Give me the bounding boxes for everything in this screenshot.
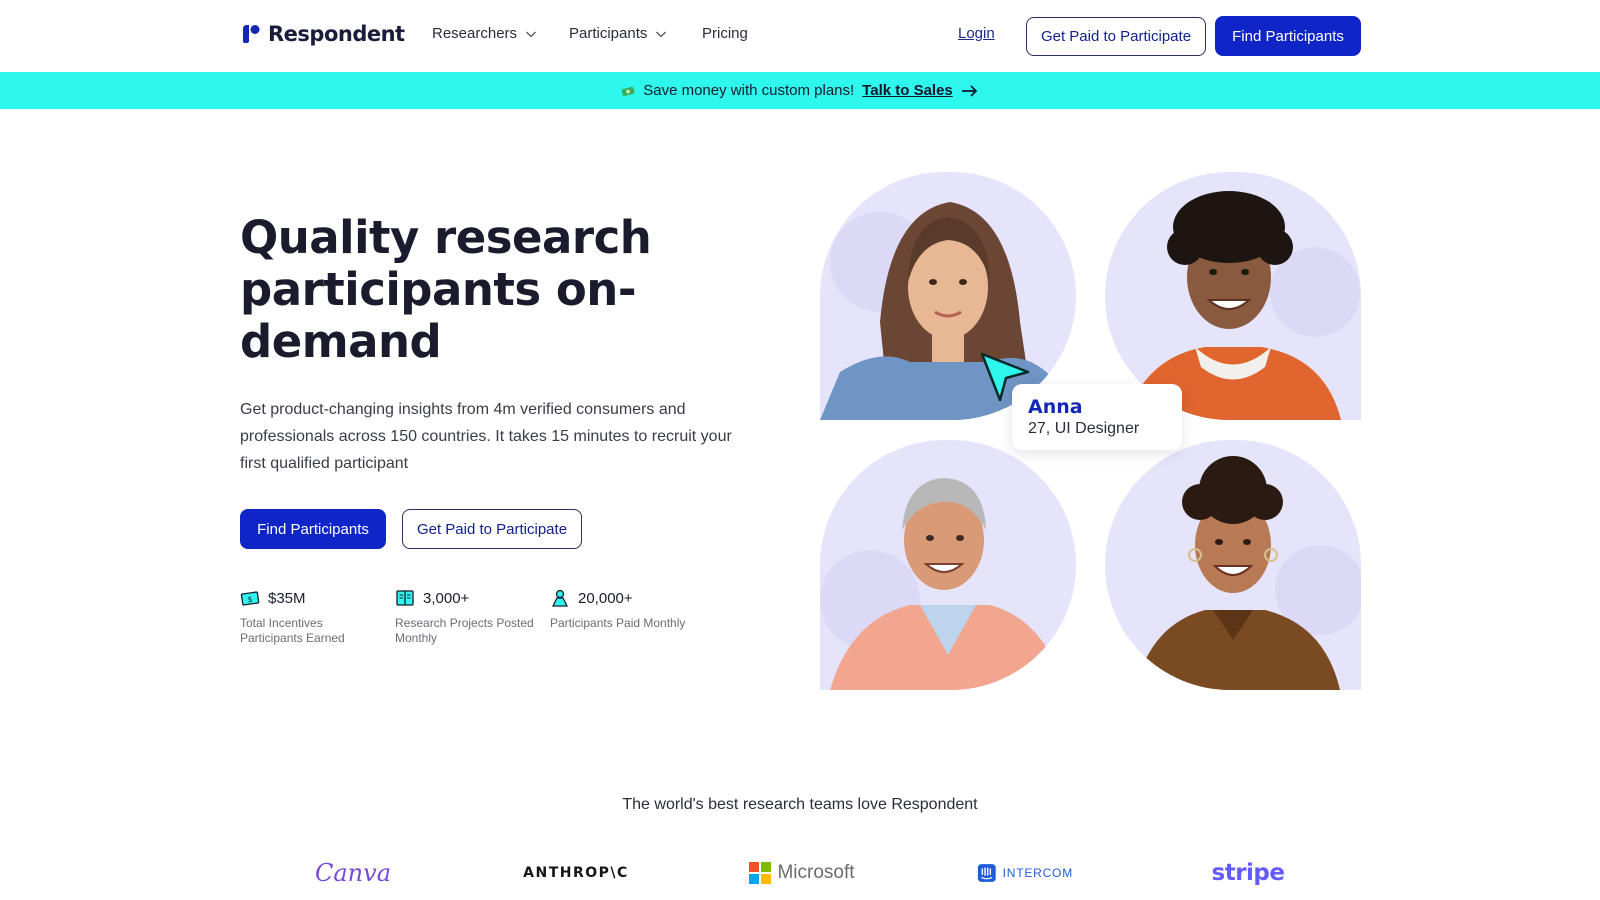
find-participants-button[interactable]: Find Participants xyxy=(1215,16,1361,56)
stat-label: Research Projects Posted Monthly xyxy=(395,616,534,645)
nav-pricing-link[interactable]: Pricing xyxy=(702,25,748,42)
intercom-logo-text: INTERCOM xyxy=(1002,866,1073,880)
hero-title: Quality research participants on-demand xyxy=(240,211,652,368)
nav-researchers-menu[interactable]: Researchers xyxy=(432,25,537,42)
person-icon xyxy=(551,589,569,607)
participant-photo-young-man xyxy=(1105,172,1361,420)
stat-label: Participants Paid Monthly xyxy=(550,616,686,630)
respondent-logo[interactable]: Respondent xyxy=(240,22,405,46)
microsoft-logo-text: Microsoft xyxy=(777,862,855,883)
svg-text:$: $ xyxy=(247,595,252,604)
hero-get-paid-button[interactable]: Get Paid to Participate xyxy=(402,509,582,549)
stat-value: $35M xyxy=(268,589,306,607)
participant-name: Anna xyxy=(1028,396,1083,418)
nav-researchers-label: Researchers xyxy=(432,25,518,42)
stripe-logo: stripe xyxy=(1211,860,1285,886)
nav-pricing-label: Pricing xyxy=(702,25,748,42)
arrow-right-icon[interactable] xyxy=(961,84,979,98)
talk-to-sales-link[interactable]: Talk to Sales xyxy=(862,82,953,99)
book-icon xyxy=(396,590,414,606)
stat-value: 20,000+ xyxy=(578,589,633,607)
money-icon: $ xyxy=(240,591,260,606)
money-icon xyxy=(621,86,635,96)
logo-text: Respondent xyxy=(268,22,405,46)
stat-projects: 3,000+ Research Projects Posted Monthly xyxy=(395,588,535,646)
intercom-logo: INTERCOM xyxy=(977,858,1073,888)
respondent-logo-icon xyxy=(243,25,260,43)
banner-text: Save money with custom plans! xyxy=(643,82,855,99)
hero-find-participants-button[interactable]: Find Participants xyxy=(240,509,386,549)
stat-participants: 20,000+ Participants Paid Monthly xyxy=(550,588,690,631)
hero-subtitle: Get product-changing insights from 4m ve… xyxy=(240,401,732,472)
participant-photo-woman xyxy=(1105,440,1361,690)
chevron-down-icon xyxy=(656,31,667,37)
promo-banner: Save money with custom plans! Talk to Sa… xyxy=(0,72,1600,109)
chevron-down-icon xyxy=(526,31,537,37)
top-navbar: Respondent Researchers Participants Pric… xyxy=(0,0,1600,72)
intercom-icon xyxy=(977,864,996,882)
anthropic-logo: ANTHROP\C xyxy=(523,865,629,881)
stat-incentives: $ $35M Total Incentives Participants Ear… xyxy=(240,588,380,646)
get-paid-button[interactable]: Get Paid to Participate xyxy=(1026,17,1206,56)
participant-name-card: Anna 27, UI Designer xyxy=(1012,384,1182,450)
participant-photo-anna xyxy=(820,172,1076,420)
logos-section-title: The world's best research teams love Res… xyxy=(622,796,978,813)
nav-participants-menu[interactable]: Participants xyxy=(569,25,667,42)
stat-value: 3,000+ xyxy=(423,589,470,607)
participant-role: 27, UI Designer xyxy=(1028,420,1140,437)
nav-participants-label: Participants xyxy=(569,25,648,42)
microsoft-squares-icon xyxy=(749,862,772,884)
login-link[interactable]: Login xyxy=(958,25,995,42)
participant-photo-older-man xyxy=(820,440,1076,690)
canva-logo: Canva xyxy=(315,859,391,887)
microsoft-logo: Microsoft xyxy=(747,858,857,888)
stat-label: Total Incentives Participants Earned xyxy=(240,616,345,645)
